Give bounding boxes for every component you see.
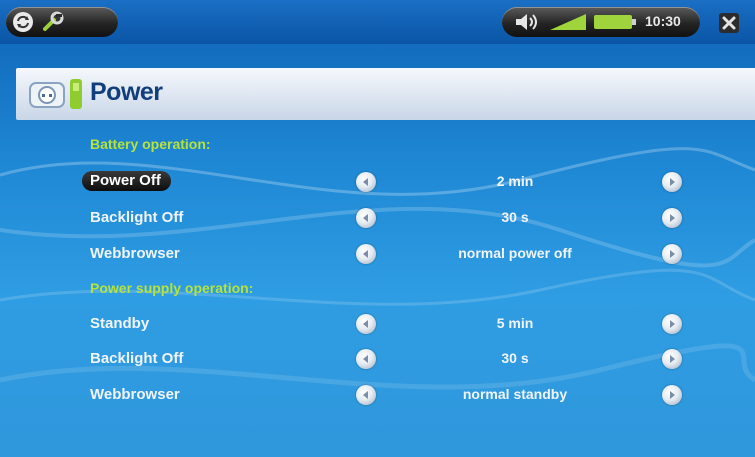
setting-value-standby: 5 min — [496, 315, 534, 331]
speaker-icon[interactable] — [514, 13, 540, 36]
clock: 10:30 — [645, 13, 681, 29]
decrease-arrow-icon[interactable] — [356, 349, 376, 369]
status-left-group — [6, 7, 118, 37]
signal-icon — [550, 14, 586, 35]
close-icon[interactable] — [712, 10, 746, 36]
setting-value-webbrowser: normal standby — [462, 386, 568, 402]
setting-label-backlight-off[interactable]: Backlight Off — [90, 350, 183, 367]
section-heading-power-supply: Power supply operation: — [90, 280, 254, 296]
setting-value-power-off: 2 min — [496, 173, 534, 189]
refresh-icon[interactable] — [10, 10, 36, 34]
setting-label-backlight-off[interactable]: Backlight Off — [90, 209, 183, 226]
decrease-arrow-icon[interactable] — [356, 244, 376, 264]
setting-label-standby[interactable]: Standby — [90, 315, 149, 332]
section-heading-battery: Battery operation: — [90, 136, 211, 152]
setting-value-webbrowser: normal power off — [458, 245, 572, 261]
setting-label-power-off[interactable]: Power Off — [82, 171, 171, 191]
increase-arrow-icon[interactable] — [662, 172, 682, 192]
setting-label-webbrowser[interactable]: Webbrowser — [90, 245, 180, 262]
status-right-group: 10:30 — [502, 7, 700, 37]
tools-icon[interactable] — [40, 10, 66, 34]
increase-arrow-icon[interactable] — [662, 244, 682, 264]
status-bar: 10:30 — [0, 0, 755, 44]
setting-value-backlight-off: 30 s — [501, 209, 529, 225]
decrease-arrow-icon[interactable] — [356, 314, 376, 334]
increase-arrow-icon[interactable] — [662, 349, 682, 369]
page-title: Power — [90, 78, 163, 106]
increase-arrow-icon[interactable] — [662, 208, 682, 228]
increase-arrow-icon[interactable] — [662, 385, 682, 405]
power-plug-icon — [28, 77, 86, 111]
setting-label-webbrowser[interactable]: Webbrowser — [90, 386, 180, 403]
battery-icon — [594, 15, 638, 34]
increase-arrow-icon[interactable] — [662, 314, 682, 334]
decrease-arrow-icon[interactable] — [356, 172, 376, 192]
decrease-arrow-icon[interactable] — [356, 208, 376, 228]
page-header: Power — [16, 68, 755, 120]
decrease-arrow-icon[interactable] — [356, 385, 376, 405]
setting-value-backlight-off: 30 s — [501, 350, 529, 366]
